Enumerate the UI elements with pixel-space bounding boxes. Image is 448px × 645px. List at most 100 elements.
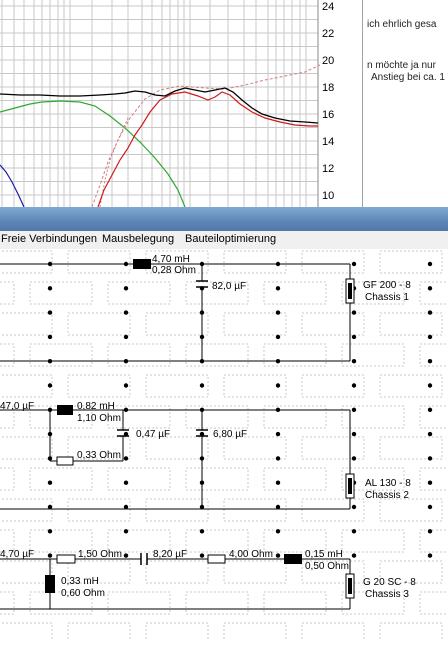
menu-bauteiloptimierung[interactable]: Bauteiloptimierung — [185, 233, 276, 245]
grid-dot — [275, 456, 281, 461]
grid-dot — [351, 383, 357, 388]
grid-dot — [427, 334, 433, 340]
grid-dot — [427, 286, 433, 291]
grid-dot — [275, 383, 281, 388]
frequency-response-graph: 24 22 20 18 16 14 12 10 — [0, 0, 362, 208]
resistor-3b[interactable] — [207, 554, 226, 564]
grid-dot — [123, 334, 129, 340]
grid-dot — [123, 529, 129, 534]
window-title-band — [0, 207, 448, 231]
grid-cell — [185, 591, 249, 615]
grid-cell — [263, 343, 327, 367]
graph-grid — [0, 0, 319, 207]
resistor-3a[interactable] — [56, 554, 76, 564]
grid-cell — [29, 281, 93, 305]
grid-cell — [301, 312, 365, 336]
grid-dot — [275, 553, 281, 558]
grid-cell — [185, 343, 249, 367]
grid-cell — [145, 498, 209, 522]
grid-dot — [123, 480, 129, 485]
grid-dot — [275, 480, 281, 485]
grid-dot — [275, 529, 281, 534]
graph-svg: 24 22 20 18 16 14 12 10 — [0, 0, 334, 208]
grid-cell — [0, 591, 15, 615]
grid-dot — [275, 334, 281, 340]
side-note: ich ehrlich gesa — [367, 19, 437, 30]
resistor-3a-label: 1,50 Ohm — [78, 549, 122, 560]
driver-2[interactable] — [345, 473, 355, 499]
grid-dot — [47, 383, 53, 388]
grid-cell — [263, 405, 327, 429]
grid-dot — [123, 286, 129, 291]
grid-dot — [275, 286, 281, 291]
grid-cell — [263, 591, 327, 615]
inductor-1[interactable] — [133, 259, 151, 269]
resistor-2-label: 0,33 Ohm — [77, 450, 121, 461]
grid-dot — [427, 407, 433, 412]
inductor-3-label: 0,15 mH — [305, 549, 343, 560]
grid-cell — [419, 529, 448, 553]
grid-cell — [107, 591, 171, 615]
grid-cell — [107, 343, 171, 367]
capacitor-2a-label: 0,47 µF — [136, 429, 170, 440]
grid-dot — [351, 407, 357, 412]
inductor-2[interactable] — [57, 405, 73, 415]
grid-cell — [145, 312, 209, 336]
simulated-dashed-curve — [91, 64, 321, 208]
grid-cell — [0, 374, 53, 398]
crossover-schematic-canvas[interactable]: 4,70 mH 0,28 Ohm 82,0 µF GF 200 - 8 Chas… — [0, 249, 448, 645]
resistor-2[interactable] — [56, 456, 74, 466]
tweeter-curve — [97, 91, 318, 208]
driver-3-name: G 20 SC - 8 — [363, 577, 416, 588]
grid-cell — [223, 312, 287, 336]
driver-3[interactable] — [345, 573, 355, 599]
grid-dot — [47, 334, 53, 340]
menu-mausbelegung[interactable]: Mausbelegung — [102, 233, 174, 245]
grid-dot — [351, 261, 357, 267]
grid-cell — [263, 467, 327, 491]
grid-cell — [0, 312, 53, 336]
grid-cell — [67, 622, 131, 645]
grid-cell — [223, 560, 287, 584]
grid-cell — [223, 250, 287, 274]
driver-1-chassis: Chassis 1 — [365, 292, 409, 303]
grid-cell — [223, 498, 287, 522]
grid-cell — [67, 374, 131, 398]
grid-cell — [419, 591, 448, 615]
grid-cell — [67, 250, 131, 274]
grid-cell — [29, 343, 93, 367]
shunt-inductor-3-label: 0,33 mH — [61, 576, 99, 587]
grid-cell — [67, 498, 131, 522]
y-tick-label: 20 — [322, 55, 334, 67]
grid-cell — [0, 343, 15, 367]
driver-2-chassis: Chassis 2 — [365, 490, 409, 501]
grid-dot — [47, 529, 53, 534]
grid-dot — [351, 310, 357, 315]
grid-cell — [341, 405, 405, 429]
inductor-3[interactable] — [284, 554, 302, 564]
grid-dot — [199, 529, 205, 534]
grid-cell — [29, 467, 93, 491]
grid-dot — [427, 529, 433, 534]
grid-cell — [145, 560, 209, 584]
grid-dot — [351, 431, 357, 437]
grid-cell — [0, 436, 53, 460]
grid-dot — [47, 286, 53, 291]
grid-dot — [47, 310, 53, 315]
driver-1[interactable] — [345, 278, 355, 304]
capacitor-2b-label: 6,80 µF — [213, 429, 247, 440]
shunt-inductor-3[interactable] — [45, 575, 55, 593]
grid-dot — [351, 359, 357, 364]
driver-3-chassis: Chassis 3 — [365, 589, 409, 600]
grid-cell — [185, 467, 249, 491]
y-tick-label: 18 — [322, 82, 334, 94]
grid-cell — [341, 343, 405, 367]
grid-cell — [67, 312, 131, 336]
grid-dot — [123, 310, 129, 315]
grid-dot — [427, 504, 433, 510]
driver-2-name: AL 130 - 8 — [365, 478, 411, 489]
side-text-panel: ich ehrlich gesa n möchte ja nur Anstieg… — [362, 0, 448, 207]
y-tick-label: 22 — [322, 28, 334, 40]
menu-freie-verbindungen[interactable]: Freie Verbindungen — [1, 233, 97, 245]
grid-dot — [275, 310, 281, 315]
